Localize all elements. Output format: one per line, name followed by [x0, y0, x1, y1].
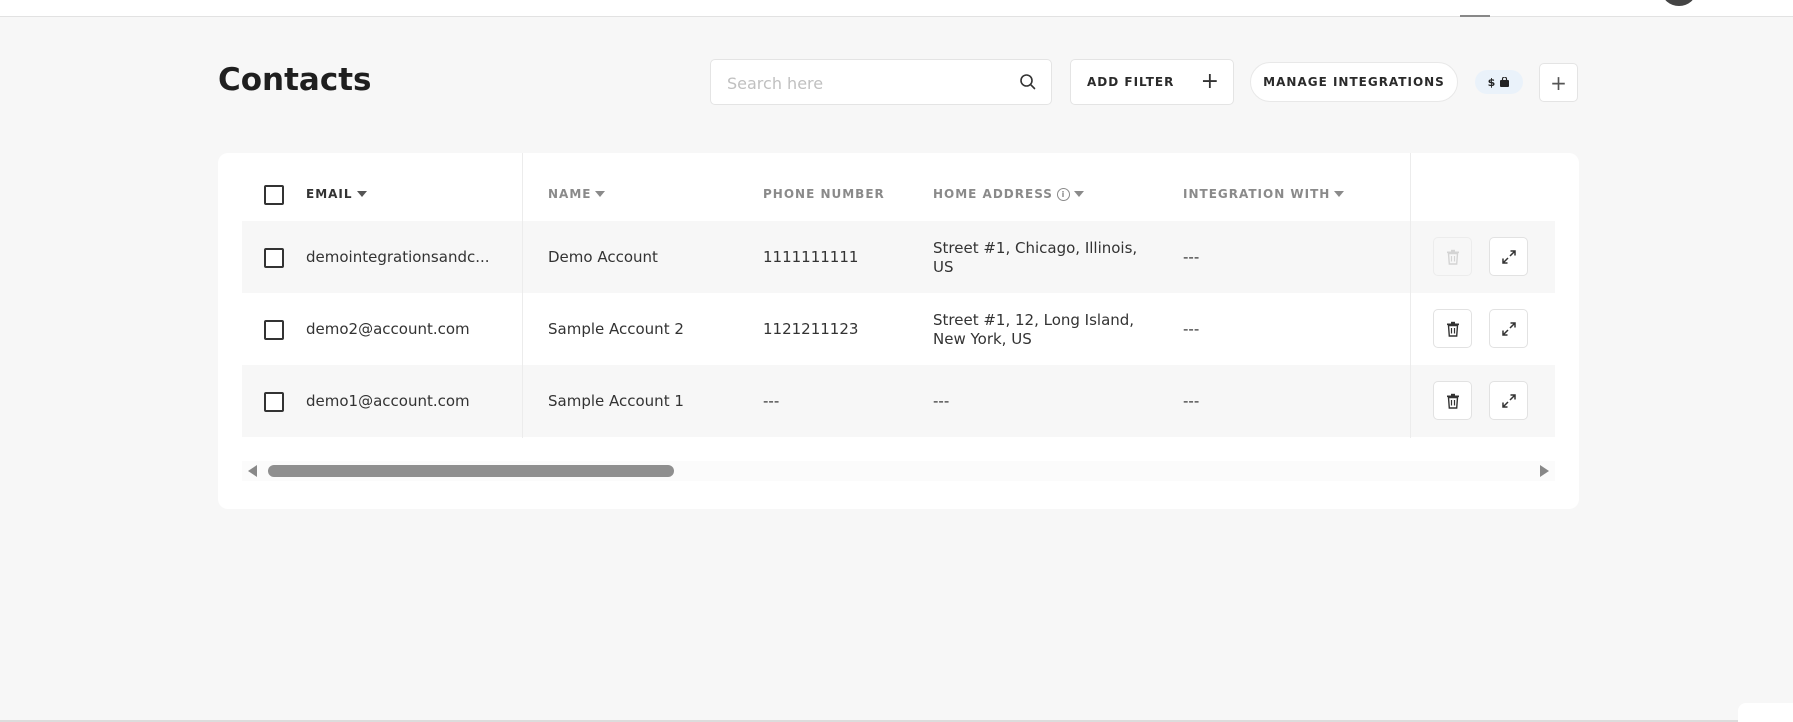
caret-down-icon[interactable]: [595, 191, 606, 197]
column-header-integration[interactable]: INTEGRATION WITH: [1183, 187, 1345, 201]
cell-phone: 1111111111: [763, 248, 859, 266]
cell-integration: ---: [1183, 392, 1200, 410]
scrollbar-thumb[interactable]: [268, 465, 674, 477]
column-header-name-label: NAME: [548, 187, 592, 201]
cell-address-line: Street #1, Chicago, Illinois,: [933, 239, 1138, 257]
cell-name: Demo Account: [548, 248, 658, 266]
add-contact-button[interactable]: +: [1539, 63, 1578, 102]
cell-address: Street #1, Chicago, Illinois, US: [933, 239, 1137, 277]
select-all-checkbox[interactable]: [264, 185, 284, 205]
cell-address-line: Street #1, 12, Long Island,: [933, 311, 1135, 329]
add-filter-button[interactable]: ADD FILTER +: [1070, 59, 1234, 105]
scroll-left-arrow-icon[interactable]: [248, 465, 257, 477]
caret-down-icon[interactable]: [1334, 191, 1345, 197]
expand-button[interactable]: [1489, 309, 1528, 348]
trash-icon: [1446, 249, 1459, 265]
contacts-table-card: EMAIL NAME PHONE NUMBER HOME ADDRESS i I…: [218, 153, 1579, 509]
cell-address-line: New York, US: [933, 330, 1032, 348]
delete-button[interactable]: [1433, 237, 1472, 276]
contacts-table: EMAIL NAME PHONE NUMBER HOME ADDRESS i I…: [242, 153, 1555, 439]
trash-icon: [1446, 393, 1459, 409]
cell-address-line: ---: [933, 392, 950, 410]
cell-name: Sample Account 1: [548, 392, 684, 410]
search-icon[interactable]: [1019, 73, 1037, 91]
cell-phone: ---: [763, 392, 780, 410]
column-header-address-label: HOME ADDRESS: [933, 187, 1053, 201]
search-input[interactable]: [725, 60, 1009, 106]
row-checkbox[interactable]: [264, 392, 284, 412]
cell-integration: ---: [1183, 248, 1200, 266]
expand-icon: [1501, 249, 1516, 264]
table-header: EMAIL NAME PHONE NUMBER HOME ADDRESS i I…: [242, 153, 1555, 221]
expand-icon: [1501, 393, 1516, 408]
add-filter-label: ADD FILTER: [1087, 75, 1175, 89]
manage-integrations-label: MANAGE INTEGRATIONS: [1263, 75, 1445, 89]
manage-integrations-button[interactable]: MANAGE INTEGRATIONS: [1250, 62, 1458, 102]
row-checkbox[interactable]: [264, 320, 284, 340]
wallet-badge[interactable]: $: [1475, 70, 1523, 94]
delete-button[interactable]: [1433, 381, 1472, 420]
avatar[interactable]: [1662, 0, 1696, 6]
cell-name: Sample Account 2: [548, 320, 684, 338]
cell-integration: ---: [1183, 320, 1200, 338]
top-bar: [0, 0, 1793, 17]
cell-address: ---: [933, 392, 949, 411]
wallet-symbol: $: [1487, 75, 1496, 89]
column-header-address[interactable]: HOME ADDRESS i: [933, 187, 1084, 201]
cell-email[interactable]: demo2@account.com: [306, 320, 470, 339]
caret-down-icon[interactable]: [356, 191, 367, 197]
page-title: Contacts: [218, 62, 372, 98]
column-header-integration-label: INTEGRATION WITH: [1183, 187, 1331, 201]
cell-phone: 1121211123: [763, 320, 859, 338]
column-header-email[interactable]: EMAIL: [306, 187, 367, 201]
cell-email[interactable]: demointegrationsandc...: [306, 248, 490, 267]
column-header-phone: PHONE NUMBER: [763, 187, 885, 201]
corner-widget[interactable]: [1738, 703, 1793, 722]
column-header-name[interactable]: NAME: [548, 187, 606, 201]
scroll-right-arrow-icon[interactable]: [1540, 465, 1549, 477]
cell-email[interactable]: demo1@account.com: [306, 392, 470, 411]
top-bar-indicator: [1460, 15, 1490, 17]
expand-icon: [1501, 321, 1516, 336]
plus-icon: +: [1200, 69, 1219, 94]
trash-icon: [1446, 321, 1459, 337]
column-header-phone-label: PHONE NUMBER: [763, 187, 885, 201]
cell-address-line: US: [933, 258, 954, 276]
row-checkbox[interactable]: [264, 248, 284, 268]
column-header-email-label: EMAIL: [306, 187, 353, 201]
horizontal-scrollbar[interactable]: [242, 461, 1555, 481]
cell-address: Street #1, 12, Long Island, New York, US: [933, 311, 1134, 349]
delete-button[interactable]: [1433, 309, 1472, 348]
caret-down-icon[interactable]: [1073, 191, 1084, 197]
wallet-icon: [1500, 76, 1510, 87]
expand-button[interactable]: [1489, 381, 1528, 420]
expand-button[interactable]: [1489, 237, 1528, 276]
search-box[interactable]: [710, 59, 1052, 106]
info-icon[interactable]: i: [1056, 187, 1070, 201]
